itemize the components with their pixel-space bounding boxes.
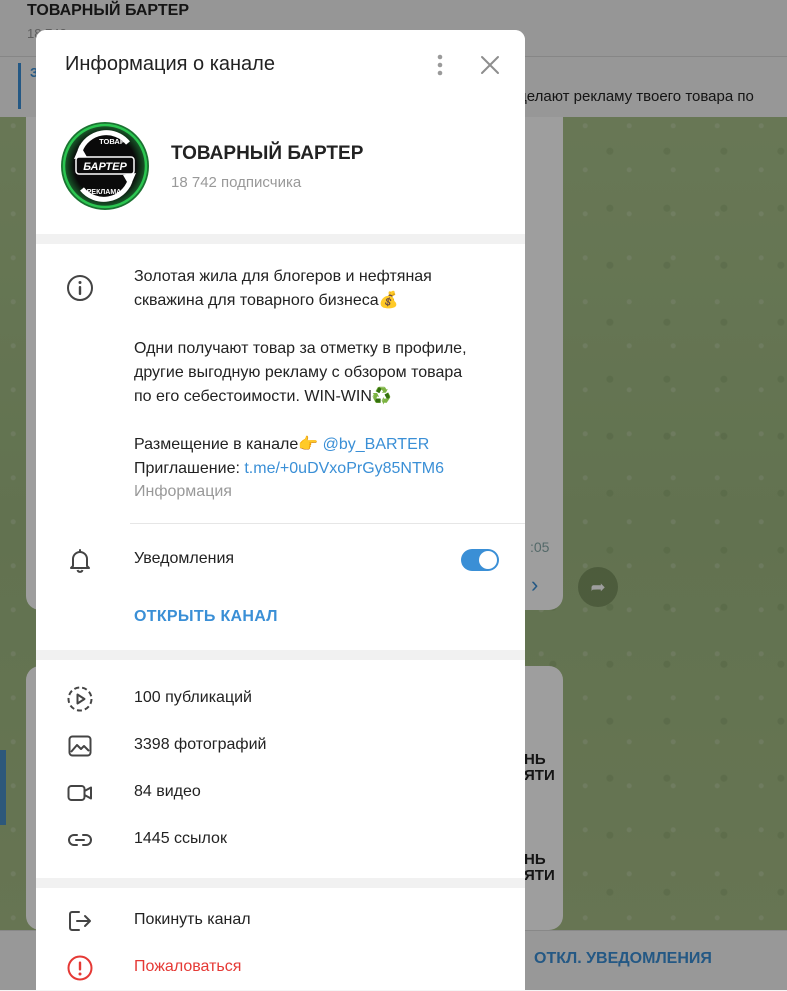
videos-count[interactable]: 84 видео bbox=[134, 783, 201, 801]
svg-text:РЕКЛАМА: РЕКЛАМА bbox=[87, 189, 121, 196]
leave-channel-button[interactable]: Покинуть канал bbox=[134, 911, 251, 929]
info-icon bbox=[67, 275, 93, 301]
notifications-label: Уведомления bbox=[134, 550, 235, 567]
video-camera-icon bbox=[67, 785, 92, 801]
notifications-toggle[interactable] bbox=[461, 549, 499, 571]
link-icon bbox=[68, 834, 92, 846]
close-icon[interactable] bbox=[479, 54, 501, 76]
report-button[interactable]: Пожаловаться bbox=[134, 958, 241, 976]
divider bbox=[130, 523, 525, 524]
open-channel-button[interactable]: ОТКРЫТЬ КАНАЛ bbox=[134, 608, 278, 626]
channel-name: ТОВАРНЫЙ БАРТЕР bbox=[171, 143, 364, 164]
play-circle-icon bbox=[67, 686, 93, 712]
channel-info-dialog: Информация о канале БАРТЕР ТОВАР РЕКЛАМА bbox=[36, 30, 525, 990]
dialog-header-section: Информация о канале БАРТЕР ТОВАР РЕКЛАМА bbox=[36, 30, 525, 234]
leave-icon bbox=[69, 911, 91, 931]
subscriber-count: 18 742 подписчика bbox=[171, 174, 302, 191]
links-count[interactable]: 1445 ссылок bbox=[134, 830, 227, 848]
channel-avatar[interactable]: БАРТЕР ТОВАР РЕКЛАМА bbox=[60, 121, 150, 211]
svg-text:БАРТЕР: БАРТЕР bbox=[83, 161, 127, 173]
more-vertical-icon[interactable] bbox=[430, 52, 450, 78]
channel-description: Золотая жила для блогеров и нефтяная скв… bbox=[134, 268, 467, 477]
photos-count[interactable]: 3398 фотографий bbox=[134, 736, 266, 754]
placement-username-link[interactable]: @by_BARTER bbox=[323, 436, 430, 453]
media-section bbox=[36, 660, 525, 878]
photo-icon bbox=[68, 735, 92, 757]
report-icon bbox=[67, 955, 93, 981]
dialog-title: Информация о канале bbox=[65, 53, 275, 75]
toggle-knob bbox=[479, 551, 497, 569]
invite-link[interactable]: t.me/+0uDVxoPrGy85NTM6 bbox=[244, 460, 444, 477]
description-caption: Информация bbox=[134, 483, 232, 500]
actions-section bbox=[36, 888, 525, 990]
svg-text:ТОВАР: ТОВАР bbox=[99, 137, 125, 146]
bell-icon bbox=[70, 549, 90, 573]
publications-count[interactable]: 100 публикаций bbox=[134, 689, 252, 707]
